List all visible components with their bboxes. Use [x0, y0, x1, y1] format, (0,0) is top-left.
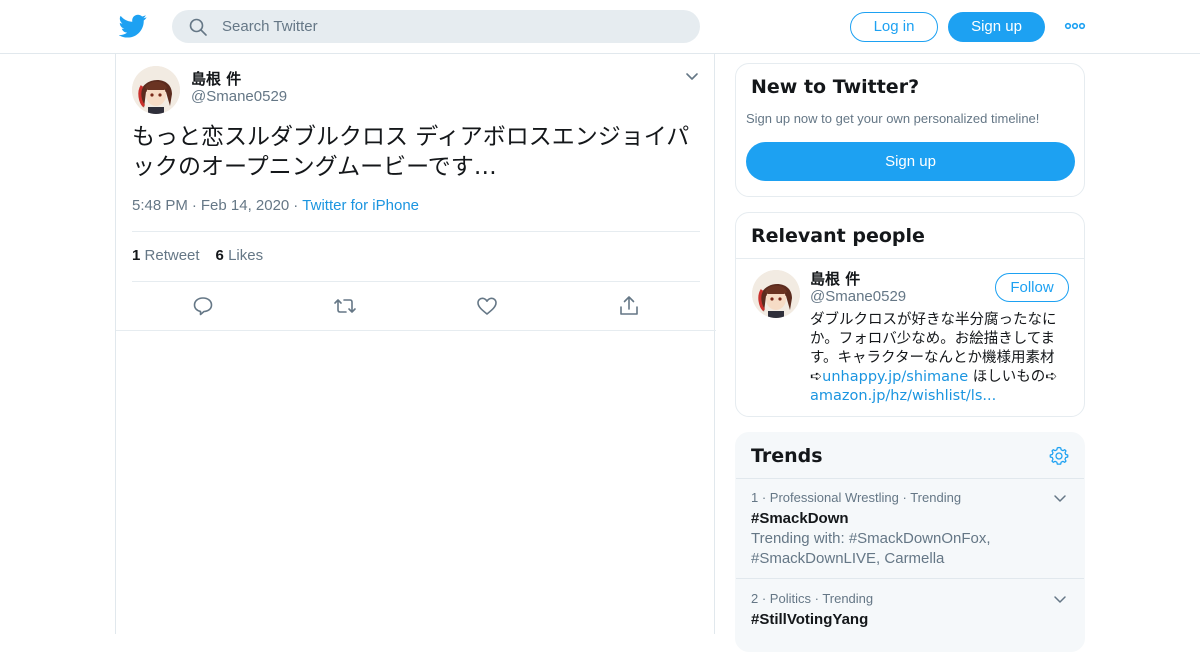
divider — [116, 330, 716, 331]
search-icon — [188, 17, 208, 37]
chevron-down-icon[interactable] — [684, 69, 700, 83]
search-box[interactable] — [172, 10, 700, 43]
divider — [736, 258, 1084, 259]
tweet-date[interactable]: Feb 14, 2020 — [201, 197, 289, 214]
card-title: Relevant people — [751, 225, 925, 247]
trends-card: Trends 1 · Professional Wrestling · Tren… — [735, 432, 1085, 652]
bio-link[interactable]: unhappy.jp/shimane — [822, 369, 968, 385]
bio-text: ほしいもの➪ — [968, 369, 1058, 385]
avatar[interactable] — [132, 66, 180, 114]
trend-item[interactable]: 2 · Politics · Trending #StillVotingYang — [751, 591, 1081, 628]
tweet-stats: 1 Retweet 6 Likes — [132, 247, 263, 264]
trend-name[interactable]: #StillVotingYang — [751, 611, 1081, 628]
person-name[interactable]: 島根 件 — [810, 268, 860, 289]
tweet-time[interactable]: 5:48 PM — [132, 197, 188, 214]
like-count: 6 — [215, 247, 224, 264]
search-input[interactable] — [222, 10, 682, 43]
tweet-detail-column: 島根 件 @Smane0529 もっと恋スルダブルクロス ディアボロスエンジョイ… — [115, 54, 716, 634]
divider — [132, 231, 700, 232]
person-bio: ダブルクロスが好きな半分腐ったなにか。フォロバ少なめ。お絵描きしてます。キャラク… — [810, 311, 1074, 406]
new-to-twitter-card: New to Twitter? Sign up now to get your … — [735, 63, 1085, 197]
sidebar-signup-button[interactable]: Sign up — [746, 142, 1075, 181]
separator: · — [191, 197, 197, 214]
follow-button[interactable]: Follow — [995, 273, 1069, 302]
like-icon[interactable] — [475, 294, 499, 318]
tweet-text: もっと恋スルダブルクロス ディアボロスエンジョイパックのオープニングムービーです… — [132, 124, 690, 180]
chevron-down-icon[interactable] — [1053, 490, 1067, 502]
retweet-stat[interactable]: 1 Retweet — [132, 247, 200, 264]
person-handle[interactable]: @Smane0529 — [810, 288, 906, 305]
like-stat[interactable]: 6 Likes — [216, 247, 264, 264]
card-title: Trends — [751, 445, 823, 467]
trend-name[interactable]: #SmackDown — [751, 510, 1081, 527]
divider — [736, 478, 1084, 479]
login-button[interactable]: Log in — [850, 12, 938, 42]
relevant-people-card: Relevant people 島根 件 @Smane0529 Follow ダ… — [735, 212, 1085, 417]
trend-meta: 1 · Professional Wrestling · Trending — [751, 490, 962, 505]
retweet-label: Retweet — [144, 247, 200, 264]
reply-icon[interactable] — [191, 294, 215, 318]
share-icon[interactable] — [617, 294, 641, 318]
top-navigation-bar: Log in Sign up — [0, 0, 1200, 54]
tweet-source-link[interactable]: Twitter for iPhone — [302, 197, 419, 214]
retweet-icon[interactable] — [333, 294, 357, 318]
card-subtitle: Sign up now to get your own personalized… — [746, 111, 1040, 126]
tweet-metadata: 5:48 PM · Feb 14, 2020 · Twitter for iPhone — [132, 197, 419, 214]
divider — [736, 578, 1084, 579]
card-title: New to Twitter? — [751, 76, 920, 98]
bio-link[interactable]: amazon.jp/hz/wishlist/ls... — [810, 388, 996, 404]
trend-item[interactable]: 1 · Professional Wrestling · Trending #S… — [751, 490, 1081, 569]
signup-button[interactable]: Sign up — [948, 12, 1045, 42]
author-name[interactable]: 島根 件 — [191, 68, 241, 89]
retweet-count: 1 — [132, 247, 141, 264]
trend-meta: 2 · Politics · Trending — [751, 591, 874, 606]
chevron-down-icon[interactable] — [1053, 591, 1067, 603]
twitter-bird-icon[interactable] — [118, 12, 147, 40]
trend-related: Trending with: #SmackDownOnFox, #SmackDo… — [751, 530, 991, 567]
more-dots-icon[interactable] — [1064, 17, 1086, 35]
author-handle[interactable]: @Smane0529 — [191, 88, 287, 105]
gear-icon[interactable] — [1049, 446, 1069, 466]
like-label: Likes — [228, 247, 264, 264]
avatar[interactable] — [752, 270, 800, 318]
divider — [132, 281, 700, 282]
tweet-actions — [116, 294, 716, 318]
separator: · — [293, 197, 299, 214]
